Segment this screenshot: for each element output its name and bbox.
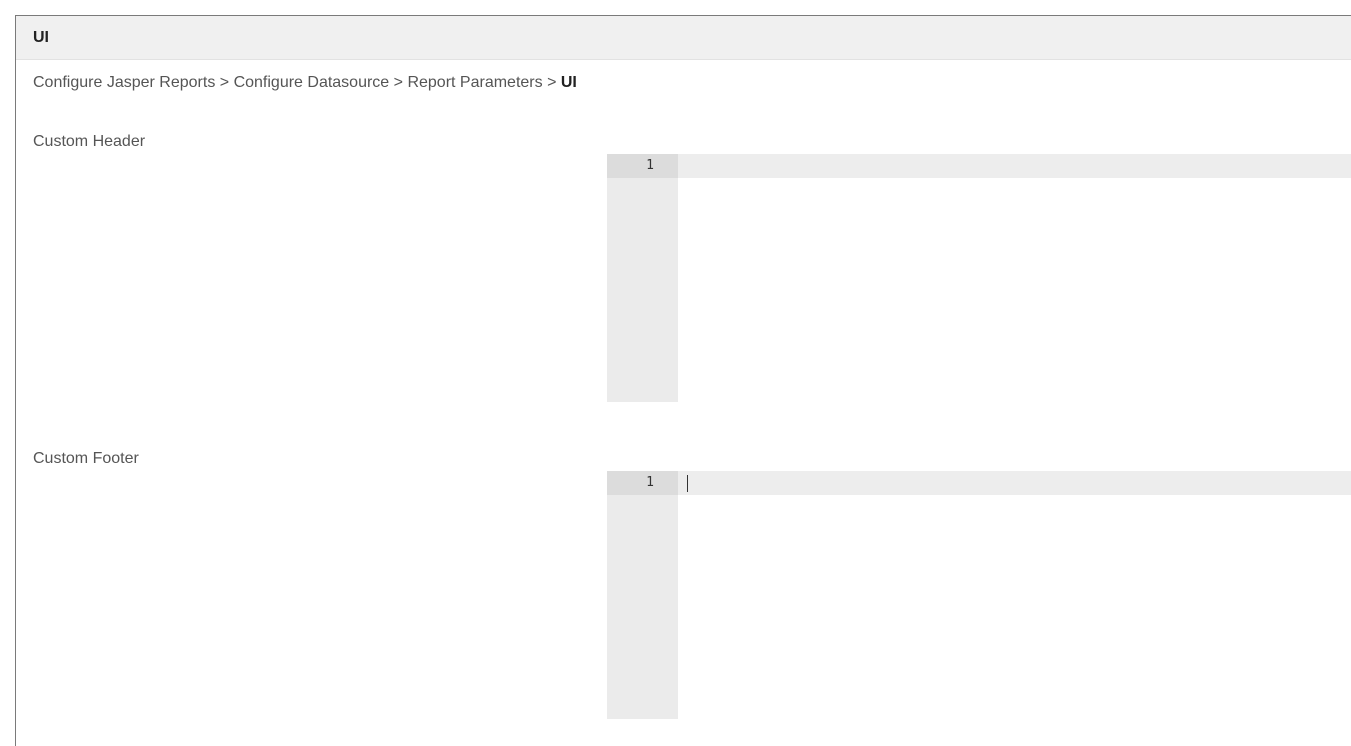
breadcrumb-item-configure-datasource[interactable]: Configure Datasource <box>234 74 390 91</box>
breadcrumb-item-report-parameters[interactable]: Report Parameters <box>407 74 542 91</box>
line-number: 1 <box>607 154 678 178</box>
text-cursor <box>687 475 688 492</box>
line-number-gutter <box>607 471 678 719</box>
custom-header-editor[interactable]: 1 <box>607 154 1351 402</box>
ui-panel: UI Configure Jasper Reports > Configure … <box>15 15 1351 746</box>
breadcrumb-separator: > <box>393 74 403 91</box>
breadcrumb-separator: > <box>547 74 557 91</box>
active-line <box>607 154 1351 178</box>
breadcrumb-item-configure-jasper-reports[interactable]: Configure Jasper Reports <box>33 74 215 91</box>
custom-footer-label: Custom Footer <box>33 450 139 467</box>
breadcrumb-current: UI <box>560 74 577 91</box>
panel-title: UI <box>33 28 49 46</box>
line-number: 1 <box>607 471 678 495</box>
line-number-gutter <box>607 154 678 402</box>
active-line <box>607 471 1351 495</box>
custom-footer-editor[interactable]: 1 <box>607 471 1351 719</box>
custom-header-label: Custom Header <box>33 133 146 150</box>
breadcrumb-separator: > <box>219 74 230 91</box>
breadcrumb: Configure Jasper Reports > Configure Dat… <box>33 74 577 92</box>
panel-header: UI <box>16 16 1351 60</box>
